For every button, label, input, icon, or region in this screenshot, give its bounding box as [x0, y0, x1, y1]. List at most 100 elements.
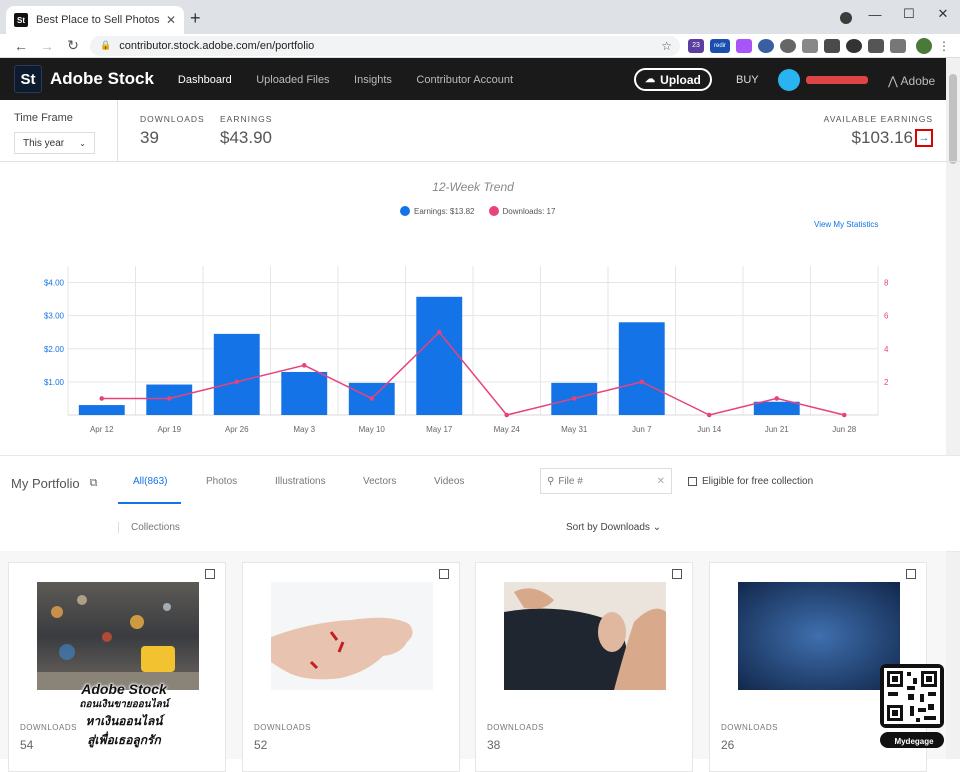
card-checkbox[interactable]	[906, 569, 916, 579]
injured-hand-thumbnail[interactable]	[271, 582, 433, 690]
adobe-label: Adobe	[900, 74, 936, 88]
time-frame-select[interactable]: This year ⌄	[14, 132, 95, 154]
url-field[interactable]: 🔒 contributor.stock.adobe.com/en/portfol…	[90, 35, 680, 56]
tab-search-icon[interactable]	[840, 12, 852, 24]
denim-texture-thumbnail[interactable]	[738, 582, 900, 690]
minimize-icon[interactable]: —	[858, 7, 892, 22]
tab-title: Best Place to Sell Photos Online,	[36, 14, 160, 26]
globe-extension-icon[interactable]	[758, 38, 774, 53]
tab-all[interactable]: All(863)	[133, 476, 167, 487]
portfolio-title: My Portfolio ⧉	[11, 476, 98, 491]
extension-badge-icon[interactable]: 23	[688, 38, 704, 53]
nav-uploaded-files[interactable]: Uploaded Files	[256, 74, 329, 86]
card-checkbox[interactable]	[439, 569, 449, 579]
user-avatar[interactable]	[778, 69, 800, 91]
browser-tab[interactable]: St Best Place to Sell Photos Online, ✕	[6, 6, 184, 34]
y-left-tick-label: $2.00	[44, 345, 65, 354]
x-tick-label: May 31	[561, 425, 588, 434]
qr-caption: Mydegage	[894, 737, 934, 746]
x-tick-label: May 3	[293, 425, 315, 434]
external-link-icon[interactable]: ⧉	[90, 477, 98, 490]
shield-extension-icon[interactable]	[780, 38, 796, 53]
buy-link[interactable]: BUY	[736, 74, 759, 86]
nav-insights[interactable]: Insights	[354, 74, 392, 86]
city-night-thumbnail[interactable]	[37, 582, 199, 690]
tab-photos[interactable]: Photos	[206, 476, 237, 487]
x-tick-label: Jun 21	[765, 425, 790, 434]
downloads-value: 39	[140, 128, 159, 147]
browser-tabbar: St Best Place to Sell Photos Online, ✕ +…	[0, 0, 960, 34]
collections-link[interactable]: Collections	[118, 522, 180, 533]
maximize-icon[interactable]: ☐	[892, 6, 926, 22]
earnings-value: $43.90	[220, 128, 272, 147]
card-downloads-count: 52	[254, 738, 268, 752]
x-tick-label: Apr 19	[157, 425, 181, 434]
reload-icon[interactable]: ↻	[60, 37, 86, 54]
x-tick-label: Jun 28	[832, 425, 857, 434]
x-tick-label: Jun 14	[697, 425, 722, 434]
downloads-point	[774, 396, 780, 401]
arrow-right-icon[interactable]: →	[915, 129, 933, 147]
earnings-bar	[416, 296, 463, 415]
extensions-puzzle-icon[interactable]	[868, 38, 884, 53]
cloud-upload-icon: ☁	[645, 74, 656, 85]
card-checkbox[interactable]	[672, 569, 682, 579]
adobe-stock-logo[interactable]: St	[14, 65, 42, 93]
earnings-bar	[213, 333, 260, 415]
trend-chart-svg: $1.00 $2.00 $3.00 $4.00 2 4 6 8 Apr 12 Apr 19 Apr …	[44, 266, 889, 434]
brand-name[interactable]: Adobe Stock	[50, 69, 154, 89]
watermark-overlay: Adobe Stock ถอนเงินขายออนไลน์ หาเงินออนไ…	[64, 681, 184, 750]
file-search-input[interactable]: ⚲ File # ✕	[540, 468, 672, 494]
downloads-point	[571, 396, 577, 401]
available-earnings: AVAILABLE EARNINGS $103.16 →	[824, 114, 933, 148]
hair-scalp-thumbnail[interactable]	[504, 582, 666, 690]
nav-dashboard[interactable]: Dashboard	[178, 74, 232, 86]
redirect-extension-icon[interactable]: redir	[710, 38, 730, 53]
y-left-tick-label: $4.00	[44, 279, 65, 288]
nav-contributor-account[interactable]: Contributor Account	[416, 74, 513, 86]
bookmark-star-icon[interactable]: ☆	[661, 39, 672, 53]
earnings-label: EARNINGS	[220, 114, 273, 124]
block-extension-icon[interactable]	[846, 38, 862, 53]
tab-illustrations[interactable]: Illustrations	[275, 476, 326, 487]
menu-dots-icon[interactable]: ⋮	[938, 39, 950, 53]
new-tab-icon[interactable]: +	[190, 8, 201, 29]
profile-avatar-icon[interactable]	[916, 37, 932, 54]
address-bar: ← → ↻ 🔒 contributor.stock.adobe.com/en/p…	[0, 34, 960, 58]
downloads-point	[706, 412, 712, 418]
downloads-point	[369, 396, 375, 401]
forward-icon[interactable]: →	[34, 38, 60, 54]
x-tick-label: May 17	[426, 425, 453, 434]
portfolio-card[interactable]: DOWNLOADS 38	[475, 562, 693, 772]
x-tick-label: Jun 7	[632, 425, 652, 434]
card-downloads-label: DOWNLOADS	[487, 723, 544, 732]
portfolio-card[interactable]: DOWNLOADS 52	[242, 562, 460, 772]
upload-button[interactable]: ☁ Upload	[634, 68, 712, 91]
y-right-tick-label: 6	[884, 312, 889, 321]
close-window-icon[interactable]: ✕	[926, 6, 960, 22]
puzzle-extension-icon[interactable]	[736, 38, 752, 53]
earnings-bar	[78, 405, 125, 415]
downloads-label: DOWNLOADS	[140, 114, 205, 124]
back-icon[interactable]: ←	[8, 38, 34, 54]
redacted-username	[806, 76, 868, 84]
downloads-point	[504, 412, 510, 418]
vpn-extension-icon[interactable]	[802, 38, 818, 53]
adobe-link[interactable]: ⋀ Adobe	[888, 74, 935, 88]
tab-vectors[interactable]: Vectors	[363, 476, 396, 487]
clear-icon[interactable]: ✕	[657, 476, 665, 487]
eligible-free-collection[interactable]: Eligible for free collection	[688, 476, 813, 487]
tab-videos[interactable]: Videos	[434, 476, 464, 487]
main-nav: Dashboard Uploaded Files Insights Contri…	[178, 70, 533, 88]
y-right-tick-label: 8	[884, 279, 889, 288]
x-tick-label: Apr 12	[90, 425, 114, 434]
eligible-checkbox[interactable]	[688, 477, 697, 486]
chevron-down-icon: ⌄	[652, 522, 662, 533]
card-checkbox[interactable]	[205, 569, 215, 579]
sort-dropdown[interactable]: Sort by Downloads ⌄	[566, 522, 661, 533]
close-tab-icon[interactable]: ✕	[166, 13, 176, 27]
url-text: contributor.stock.adobe.com/en/portfolio	[119, 39, 315, 52]
reading-list-icon[interactable]	[890, 38, 906, 53]
stats-summary: Time Frame This year ⌄ DOWNLOADS 39 EARN…	[0, 100, 960, 162]
recycle-extension-icon[interactable]	[824, 38, 840, 53]
